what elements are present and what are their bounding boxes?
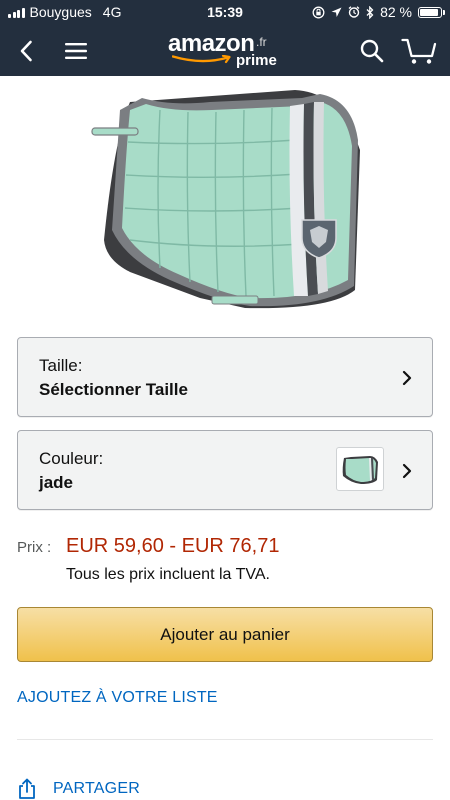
back-button[interactable] bbox=[8, 33, 44, 69]
share-label: PARTAGER bbox=[53, 780, 140, 797]
tax-note: Tous les prix incluent la TVA. bbox=[66, 566, 270, 583]
share-button[interactable]: PARTAGER bbox=[17, 778, 140, 800]
location-icon bbox=[331, 7, 342, 17]
status-bar-right: 82 % bbox=[312, 4, 445, 20]
chevron-right-icon bbox=[402, 463, 412, 479]
back-arrow-icon bbox=[20, 40, 32, 62]
color-label: Couleur: bbox=[39, 449, 104, 468]
status-bar: Bouygues 4G 15:39 82 % bbox=[0, 0, 450, 25]
battery-percent: 82 % bbox=[380, 4, 412, 20]
smile-arrow-icon bbox=[172, 55, 231, 64]
add-to-cart-button[interactable]: Ajouter au panier bbox=[17, 607, 433, 662]
battery-level bbox=[420, 8, 439, 16]
chevron-right-icon bbox=[402, 370, 412, 386]
rotation-lock-icon bbox=[312, 6, 325, 18]
price-value: EUR 59,60 - EUR 76,71 bbox=[66, 535, 280, 557]
amazon-prime-logo[interactable]: amazon .fr prime bbox=[168, 30, 288, 72]
price-row: Prix : EUR 59,60 - EUR 76,71 bbox=[17, 535, 279, 558]
logo-tld: .fr bbox=[256, 35, 267, 49]
logo-prime-text: prime bbox=[236, 52, 277, 69]
add-to-cart-label: Ajouter au panier bbox=[160, 624, 290, 644]
menu-button[interactable] bbox=[58, 33, 94, 69]
color-selector[interactable]: Couleur: jade bbox=[17, 430, 433, 510]
alarm-icon bbox=[348, 6, 360, 18]
size-value: Sélectionner Taille bbox=[39, 380, 188, 399]
nav-bar: amazon .fr prime bbox=[0, 25, 450, 76]
divider bbox=[17, 739, 433, 740]
add-to-list-link[interactable]: AJOUTEZ À VOTRE LISTE bbox=[17, 689, 218, 707]
product-image-saddle-pad[interactable] bbox=[90, 80, 365, 325]
cart-button[interactable] bbox=[398, 33, 440, 69]
share-icon bbox=[19, 778, 35, 799]
size-selector[interactable]: Taille: Sélectionner Taille bbox=[17, 337, 433, 417]
price-label: Prix : bbox=[17, 539, 52, 556]
search-button[interactable] bbox=[354, 33, 390, 69]
color-value: jade bbox=[39, 473, 74, 492]
bluetooth-icon bbox=[366, 5, 374, 19]
battery-icon bbox=[418, 6, 445, 18]
cart-icon bbox=[401, 38, 437, 64]
color-swatch-thumbnail bbox=[336, 447, 384, 491]
hamburger-menu-icon bbox=[65, 43, 87, 59]
search-icon bbox=[360, 39, 384, 63]
size-label: Taille: bbox=[39, 356, 83, 375]
